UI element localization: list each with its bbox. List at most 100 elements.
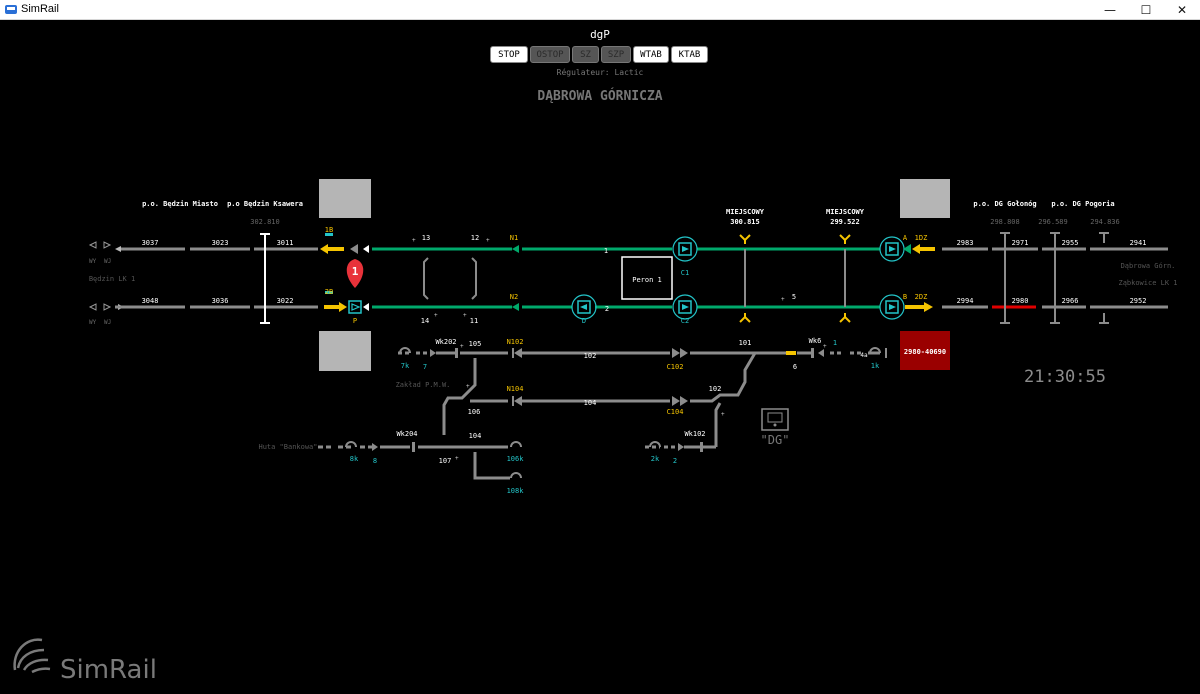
route-arrow-icon[interactable] xyxy=(924,302,933,312)
signal-head-icon[interactable] xyxy=(903,244,911,254)
block-label: 3011 xyxy=(277,239,294,247)
track-106[interactable] xyxy=(442,358,477,435)
siding-tracks xyxy=(318,351,880,480)
shunt-arrow-icon[interactable] xyxy=(678,443,684,451)
switch-label: 14 xyxy=(421,317,429,325)
shunt-signal-icon[interactable] xyxy=(412,442,415,452)
signal-2b-label: 2B xyxy=(325,288,333,296)
block-label: 3037 xyxy=(142,239,159,247)
signal-c102-icon[interactable] xyxy=(672,348,680,358)
shunt-arrow-icon[interactable] xyxy=(372,443,378,451)
signal-d-label: D xyxy=(582,317,586,325)
exit-arrow-icon xyxy=(88,303,97,311)
siding-label-huta: Huta "Bankowa" xyxy=(258,443,317,451)
block-signal-icon[interactable] xyxy=(1099,232,1109,243)
siding-label: 108k xyxy=(507,487,525,495)
signal-b[interactable] xyxy=(879,294,905,320)
shunt-arrow-icon[interactable] xyxy=(818,349,824,357)
signal-c102-icon[interactable] xyxy=(680,348,688,358)
siding-label: 8 xyxy=(373,457,377,465)
signal-c104-icon[interactable] xyxy=(680,396,688,406)
minimize-button[interactable]: — xyxy=(1092,0,1128,19)
block-signal-icon[interactable] xyxy=(1000,232,1010,243)
exit-arrow-icon xyxy=(103,303,112,311)
local-sign-icon[interactable] xyxy=(739,234,751,244)
signal-c104-icon[interactable] xyxy=(672,396,680,406)
shunt-signal-icon[interactable] xyxy=(811,348,814,358)
signal-n1-icon[interactable] xyxy=(512,245,519,253)
block-label: 3036 xyxy=(212,297,229,305)
crossover-12-11[interactable] xyxy=(471,257,477,300)
maximize-button[interactable]: ☐ xyxy=(1128,0,1164,19)
local-sign-icon[interactable] xyxy=(739,313,751,323)
brand-name: SimRail xyxy=(60,655,157,685)
block-label: 2971 xyxy=(1012,239,1029,247)
route-arrow-icon[interactable] xyxy=(320,244,328,254)
signal-c2[interactable] xyxy=(672,294,698,320)
route-arrow-icon[interactable] xyxy=(912,244,920,254)
signal-2dz-label: 2DZ xyxy=(915,293,928,301)
siding-label: 7k xyxy=(401,362,410,370)
block-label: 2941 xyxy=(1130,239,1147,247)
signal-c1[interactable] xyxy=(672,236,698,262)
svg-text:+: + xyxy=(486,237,490,244)
track-number: 2 xyxy=(605,305,609,313)
window-titlebar: SimRail — ☐ ✕ xyxy=(0,0,1200,20)
crossover-13-14[interactable] xyxy=(423,257,429,300)
signal-n104-label: N104 xyxy=(507,385,524,393)
label-bedzin-ksawera: p.o Będzin Ksawera xyxy=(227,200,303,208)
shunt-arrow-icon[interactable] xyxy=(430,349,436,357)
block-label: 2966 xyxy=(1062,297,1079,305)
shunt-signal-icon[interactable] xyxy=(455,348,458,358)
grey-panel[interactable] xyxy=(900,179,950,218)
block-signal-icon[interactable] xyxy=(1000,313,1010,324)
track-label: 104 xyxy=(469,432,482,440)
track-102-east[interactable] xyxy=(690,352,757,403)
local-sign-label: MIEJSCOWY xyxy=(826,208,865,216)
track-label: 104 xyxy=(584,399,597,407)
station-tracks xyxy=(372,234,880,323)
signal-n102-icon[interactable] xyxy=(514,348,522,358)
block-label: 2980 xyxy=(1012,297,1029,305)
switch-label: 13 xyxy=(422,234,430,242)
signal-box-icon[interactable] xyxy=(761,408,789,431)
signal-head-icon[interactable] xyxy=(350,244,358,254)
shunt-signal-icon[interactable] xyxy=(700,442,703,452)
block-signal-icon[interactable] xyxy=(1050,313,1060,324)
siding-label: Wk204 xyxy=(396,430,417,438)
signal-p-label: P xyxy=(353,317,357,325)
signal-n2-icon[interactable] xyxy=(512,303,519,311)
signal-n104-icon[interactable] xyxy=(514,396,522,406)
track-wk102-link[interactable] xyxy=(714,402,722,447)
label-pogoria: p.o. DG Pogoria xyxy=(1051,200,1114,208)
signal-head-icon[interactable] xyxy=(363,303,369,311)
simrail-logo-icon xyxy=(13,638,51,674)
track-108[interactable] xyxy=(473,452,510,480)
block-label: 2955 xyxy=(1062,239,1079,247)
grey-panel[interactable] xyxy=(319,331,371,371)
scheme-canvas: STOP OSTOP SZ SZP WTAB KTAB dgP Régulate… xyxy=(0,20,1200,694)
close-button[interactable]: ✕ xyxy=(1164,0,1200,19)
platform-label: Peron 1 xyxy=(632,276,662,284)
local-sign-icon[interactable] xyxy=(839,313,851,323)
local-sign-km: 299.522 xyxy=(830,218,860,226)
local-sign-icon[interactable] xyxy=(839,234,851,244)
svg-text:+: + xyxy=(460,343,464,350)
station-scheme: dgP Régulateur: Lactic DĄBROWA GÓRNICZA … xyxy=(13,28,1178,685)
grey-panel[interactable] xyxy=(319,179,371,218)
exit-arrow-icon xyxy=(103,241,112,249)
train-number: 2980-40690 xyxy=(904,348,946,356)
siding-label: 2 xyxy=(673,457,677,465)
block-signal-icon[interactable] xyxy=(1050,232,1060,243)
track-number: 5 xyxy=(792,293,796,301)
km-label: 298.808 xyxy=(990,218,1020,226)
switch-label: 11 xyxy=(470,317,478,325)
signal-c2-label: C2 xyxy=(681,317,689,325)
route-arrow-icon[interactable] xyxy=(339,302,347,312)
signal-d[interactable] xyxy=(571,294,597,320)
signal-head-icon[interactable] xyxy=(363,245,369,253)
signal-a[interactable] xyxy=(879,236,905,262)
siding-label: Wk6 xyxy=(809,337,822,345)
signal-n2-label: N2 xyxy=(510,293,518,301)
block-signal-icon[interactable] xyxy=(1099,313,1109,324)
